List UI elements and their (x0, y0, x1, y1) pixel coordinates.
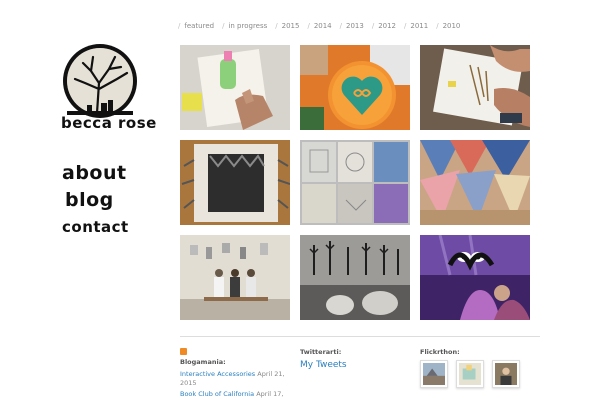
nav-item-2010[interactable]: 2010 (443, 22, 461, 30)
blog-post-date: April 17, (256, 390, 284, 398)
flickr-widget: Flickrthon: (420, 348, 540, 388)
heart-infinity-badge-photo-icon (300, 45, 410, 130)
gallery-tile-puppet-show[interactable] (420, 235, 530, 320)
nav-separator: / (371, 22, 375, 30)
blog-post-link[interactable]: Interactive Accessories (180, 370, 255, 378)
nav-separator: / (307, 22, 310, 30)
flickr-widget-heading: Flickrthon: (420, 348, 460, 356)
gallery-tile-errors-badge[interactable] (300, 45, 410, 130)
blog-widget-heading: Blogamania: (180, 358, 226, 366)
sidebar-navigation: about blog contact (62, 160, 129, 241)
sidebar-item-contact[interactable]: contact (62, 214, 129, 241)
portrait-thumbnail-icon (495, 363, 517, 385)
nav-separator: / (404, 22, 407, 30)
gallery-tile-baby-bottle[interactable] (180, 45, 290, 130)
content-divider (180, 336, 540, 337)
gallery-tile-drawing-hands[interactable] (420, 45, 530, 130)
fabric-thumbnail-icon (459, 363, 481, 385)
purple-puppet-show-photo-icon (420, 235, 530, 320)
blog-post-link[interactable]: Book Club of California (180, 390, 254, 398)
drawing-hands-photo-icon (420, 45, 530, 130)
shadow-puppets-photo-icon (300, 235, 410, 320)
gallery-tile-shadow-puppets[interactable] (300, 235, 410, 320)
gallery-tile-knitted-square[interactable] (180, 140, 290, 225)
blog-widget: Blogamania: Interactive Accessories Apri… (180, 348, 290, 400)
tree-logo-icon (63, 44, 137, 118)
flickr-thumbnail[interactable] (456, 360, 484, 388)
brand-name[interactable]: becca rose (61, 114, 157, 132)
nav-item-2015[interactable]: 2015 (282, 22, 300, 30)
blog-post-item: Interactive Accessories April 21, 2015 (180, 370, 290, 387)
people-on-bench-photo-icon (180, 235, 290, 320)
twitter-widget: Twitterarti: My Tweets (300, 348, 400, 370)
twitter-widget-heading: Twitterarti: (300, 348, 342, 356)
nav-item-2011[interactable]: 2011 (410, 22, 428, 30)
nav-item-2013[interactable]: 2013 (346, 22, 364, 30)
nav-item-2012[interactable]: 2012 (378, 22, 396, 30)
nav-separator: / (436, 22, 439, 30)
landscape-thumbnail-icon (423, 363, 445, 385)
baby-bottle-print-photo-icon (180, 45, 290, 130)
gallery-tile-bench[interactable] (180, 235, 290, 320)
nav-separator: / (275, 22, 278, 30)
sidebar-item-blog[interactable]: blog (62, 187, 129, 214)
top-navigation: / featured / in progress/2015/2014/2013/201… (178, 22, 468, 30)
logo[interactable] (61, 43, 139, 123)
nav-separator: / (339, 22, 342, 30)
nav-item-in-progress[interactable]: in progress (228, 22, 267, 30)
rss-icon[interactable] (180, 348, 290, 358)
sidebar-item-about[interactable]: about (62, 160, 129, 187)
nav-separator: / (222, 22, 225, 30)
nav-item-2014[interactable]: 2014 (314, 22, 332, 30)
patchwork-bunting-photo-icon (420, 140, 530, 225)
flickr-thumbnail[interactable] (420, 360, 448, 388)
blog-post-item: Book Club of California April 17, (180, 390, 290, 399)
my-tweets-link[interactable]: My Tweets (300, 360, 347, 370)
nav-item-featured[interactable]: featured (184, 22, 214, 30)
project-gallery (180, 45, 530, 320)
gallery-tile-textile-collage[interactable] (300, 140, 410, 225)
nav-separator: / (178, 22, 181, 30)
gallery-tile-bunting[interactable] (420, 140, 530, 225)
flickr-thumbnail[interactable] (492, 360, 520, 388)
knitted-square-photo-icon (180, 140, 290, 225)
grey-textile-collage-photo-icon (300, 140, 410, 225)
